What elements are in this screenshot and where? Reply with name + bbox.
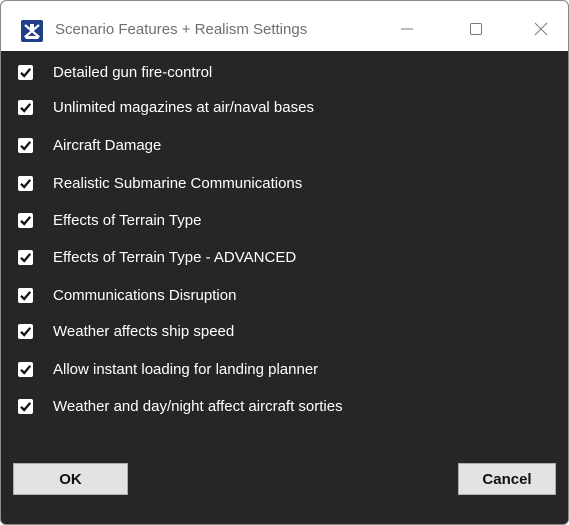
- checkmark-icon: [20, 178, 32, 189]
- checkmark-icon: [20, 215, 32, 226]
- maximize-button[interactable]: [453, 11, 499, 51]
- settings-panel: Detailed gun fire-control Unlimited maga…: [1, 51, 568, 524]
- option-effects-of-terrain-type-advanced[interactable]: Effects of Terrain Type - ADVANCED: [18, 247, 296, 267]
- option-weather-affects-ship-speed[interactable]: Weather affects ship speed: [18, 321, 234, 341]
- checkmark-icon: [20, 140, 32, 151]
- checkbox[interactable]: [18, 287, 33, 303]
- option-weather-day-night-aircraft-sorties[interactable]: Weather and day/night affect aircraft so…: [18, 396, 343, 416]
- option-allow-instant-loading[interactable]: Allow instant loading for landing planne…: [18, 359, 318, 379]
- checkmark-icon: [20, 67, 32, 78]
- checkbox[interactable]: [18, 212, 33, 228]
- option-label: Weather and day/night affect aircraft so…: [53, 397, 343, 415]
- checkbox[interactable]: [18, 175, 33, 191]
- checkmark-icon: [20, 290, 32, 301]
- option-detailed-gun-fire-control[interactable]: Detailed gun fire-control: [18, 62, 212, 82]
- title-bar[interactable]: Scenario Features + Realism Settings: [1, 1, 568, 51]
- checkbox[interactable]: [18, 64, 33, 80]
- option-communications-disruption[interactable]: Communications Disruption: [18, 285, 236, 305]
- minimize-icon: [400, 22, 414, 41]
- close-icon: [534, 22, 548, 41]
- checkbox[interactable]: [18, 323, 33, 339]
- app-ship-icon: [21, 20, 43, 42]
- checkbox[interactable]: [18, 99, 33, 115]
- close-button[interactable]: [518, 11, 564, 51]
- checkbox[interactable]: [18, 398, 33, 414]
- option-label: Effects of Terrain Type: [53, 211, 202, 229]
- minimize-button[interactable]: [384, 11, 430, 51]
- option-unlimited-magazines[interactable]: Unlimited magazines at air/naval bases: [18, 97, 314, 117]
- option-label: Communications Disruption: [53, 286, 237, 304]
- checkbox[interactable]: [18, 361, 33, 377]
- dialog-window: Scenario Features + Realism Settings Det…: [0, 0, 569, 525]
- window-title: Scenario Features + Realism Settings: [55, 21, 308, 38]
- option-realistic-submarine-communications[interactable]: Realistic Submarine Communications: [18, 173, 302, 193]
- checkbox[interactable]: [18, 249, 33, 265]
- cancel-button[interactable]: Cancel: [458, 463, 556, 495]
- option-label: Allow instant loading for landing planne…: [53, 360, 319, 378]
- ok-button[interactable]: OK: [13, 463, 128, 495]
- checkmark-icon: [20, 326, 32, 337]
- checkmark-icon: [20, 364, 32, 375]
- option-label: Weather affects ship speed: [53, 322, 235, 340]
- checkmark-icon: [20, 252, 32, 263]
- option-label: Aircraft Damage: [53, 136, 162, 154]
- maximize-icon: [469, 22, 483, 41]
- option-label: Detailed gun fire-control: [53, 63, 213, 81]
- option-aircraft-damage[interactable]: Aircraft Damage: [18, 135, 161, 155]
- checkmark-icon: [20, 401, 32, 412]
- option-label: Unlimited magazines at air/naval bases: [53, 98, 314, 116]
- option-label: Effects of Terrain Type - ADVANCED: [53, 248, 297, 266]
- checkbox[interactable]: [18, 137, 33, 153]
- option-effects-of-terrain-type[interactable]: Effects of Terrain Type: [18, 210, 201, 230]
- option-label: Realistic Submarine Communications: [53, 174, 303, 192]
- checkmark-icon: [20, 102, 32, 113]
